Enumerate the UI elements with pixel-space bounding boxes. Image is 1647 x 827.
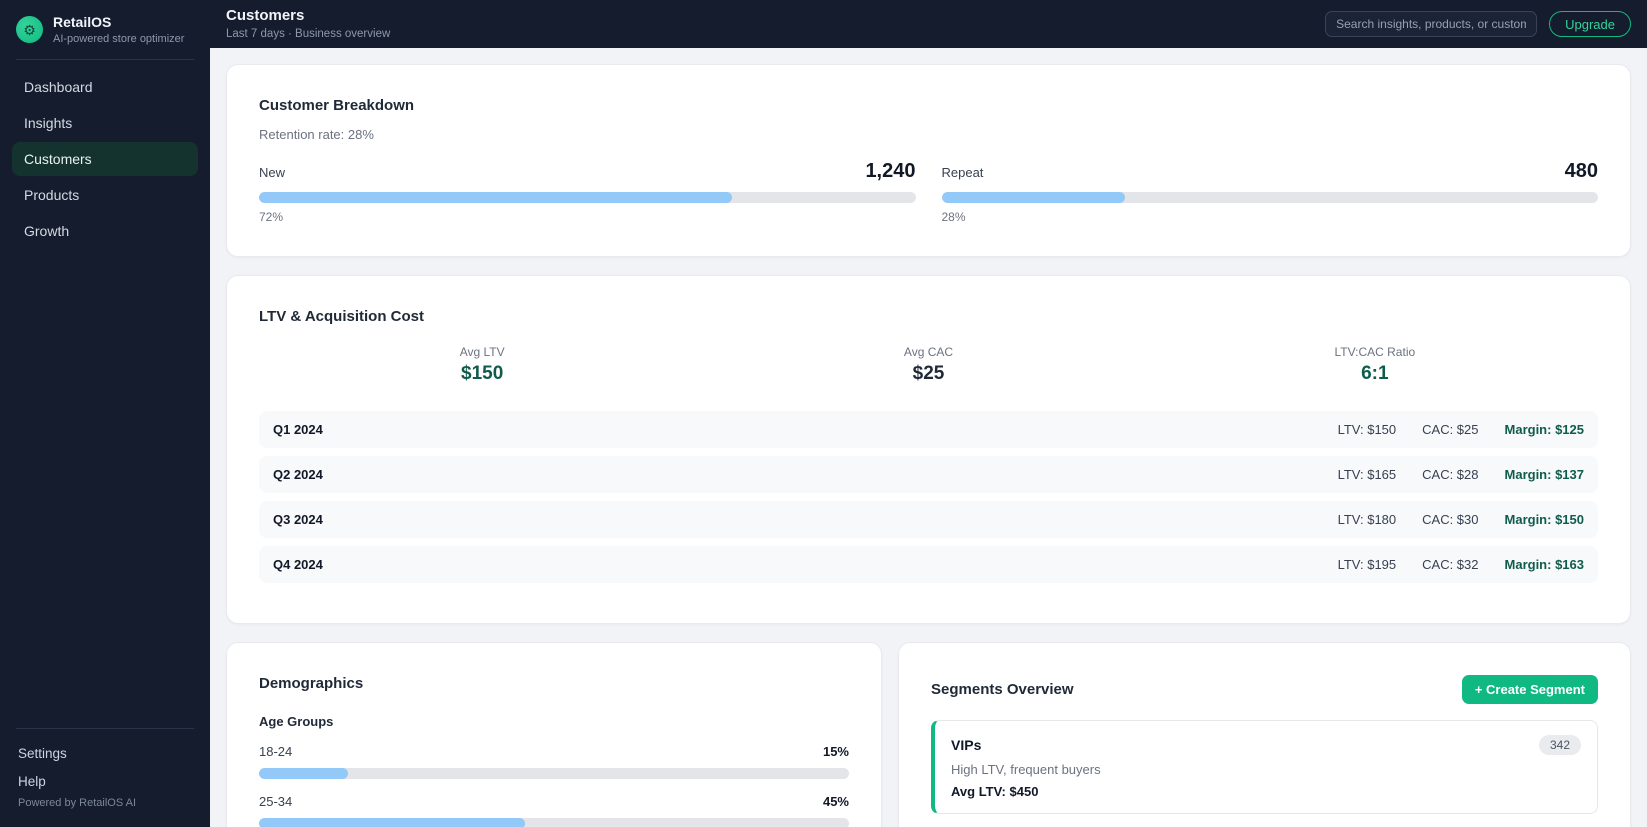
new-customers-bar-fill	[259, 192, 732, 203]
quarter-margin: Margin: $163	[1504, 557, 1584, 572]
brand-name: RetailOS	[53, 14, 112, 30]
create-segment-button[interactable]: + Create Segment	[1461, 675, 1598, 704]
quarter-label: Q2 2024	[273, 467, 323, 482]
quarter-label: Q4 2024	[273, 557, 323, 572]
avg-cac-value: $25	[912, 363, 945, 384]
main-content: Customer Breakdown Retention rate: 28% N…	[210, 48, 1647, 827]
ltv-cac-ratio-label: LTV:CAC Ratio	[1334, 345, 1416, 359]
sidebar-divider-top	[16, 59, 194, 60]
age-group-percent: 15%	[822, 744, 849, 759]
repeat-customers-bar-fill	[941, 192, 1126, 203]
age-group-label: 18-24	[259, 744, 293, 759]
brand-tagline: AI-powered store optimizer	[53, 33, 185, 45]
quarter-ltv: LTV: $165	[1337, 467, 1397, 482]
segment-name: VIPs	[951, 737, 982, 753]
retention-rate-label: Retention rate: 28%	[259, 127, 374, 142]
quarter-rows: Q1 2024 LTV: $150 CAC: $25 Margin: $125 …	[259, 411, 1598, 583]
quarter-cac: CAC: $32	[1422, 557, 1479, 572]
upgrade-button[interactable]: Upgrade	[1549, 11, 1631, 37]
segment-description: High LTV, frequent buyers	[951, 762, 1101, 777]
search-input[interactable]	[1325, 11, 1538, 37]
table-row: Q3 2024 LTV: $180 CAC: $30 Margin: $150	[259, 501, 1598, 538]
sidebar-nav: Dashboard Insights Customers Products Gr…	[12, 70, 198, 248]
segment-vips[interactable]: VIPs 342 High LTV, frequent buyers Avg L…	[931, 720, 1598, 814]
quarter-margin: Margin: $150	[1504, 512, 1584, 527]
brand: ⚙ RetailOS AI-powered store optimizer	[12, 14, 198, 45]
quarter-ltv: LTV: $180	[1337, 512, 1397, 527]
quarter-margin: Margin: $137	[1504, 467, 1584, 482]
table-row: Q2 2024 LTV: $165 CAC: $28 Margin: $137	[259, 456, 1598, 493]
age-group-bar-track	[259, 768, 849, 779]
segment-detail: Avg LTV: $450	[951, 784, 1039, 799]
avg-ltv-metric: Avg LTV $150	[259, 345, 705, 385]
age-group-bar-fill	[259, 768, 348, 779]
page-subtitle: Last 7 days · Business overview	[226, 27, 391, 40]
age-group-row: 18-24 15%	[259, 744, 849, 779]
new-customers-label: New	[259, 165, 286, 180]
sidebar-item-settings[interactable]: Settings	[12, 739, 198, 767]
ltv-cac-card: LTV & Acquisition Cost Avg LTV $150 Avg …	[226, 275, 1631, 624]
sidebar-item-products[interactable]: Products	[12, 178, 198, 212]
ltv-cac-ratio-value: 6:1	[1361, 363, 1389, 384]
age-group-percent: 45%	[822, 794, 849, 809]
quarter-ltv: LTV: $150	[1337, 422, 1397, 437]
quarter-cac: CAC: $25	[1422, 422, 1479, 437]
page-title: Customers	[226, 7, 305, 25]
age-group-label: 25-34	[259, 794, 293, 809]
table-row: Q1 2024 LTV: $150 CAC: $25 Margin: $125	[259, 411, 1598, 448]
segments-title: Segments Overview	[931, 681, 1074, 698]
age-group-bar-fill	[259, 818, 525, 827]
sidebar-item-insights[interactable]: Insights	[12, 106, 198, 140]
ltv-cac-ratio-metric: LTV:CAC Ratio 6:1	[1152, 345, 1598, 385]
quarter-label: Q3 2024	[273, 512, 323, 527]
demographics-title: Demographics	[259, 675, 364, 692]
repeat-customers-percent: 28%	[941, 210, 966, 224]
customer-breakdown-title: Customer Breakdown	[259, 97, 415, 114]
new-customers-percent: 72%	[259, 210, 284, 224]
table-row: Q4 2024 LTV: $195 CAC: $32 Margin: $163	[259, 546, 1598, 583]
segment-count-badge: 342	[1538, 735, 1581, 755]
repeat-customers-value: 480	[1564, 160, 1598, 182]
avg-ltv-value: $150	[461, 363, 504, 384]
sidebar-divider-bottom	[16, 728, 194, 729]
gear-icon: ⚙	[16, 16, 43, 43]
new-customers-group: New 1,240 72%	[259, 160, 916, 224]
topbar: Customers Last 7 days · Business overvie…	[210, 0, 1647, 48]
quarter-cac: CAC: $28	[1422, 467, 1479, 482]
repeat-customers-label: Repeat	[941, 165, 984, 180]
sidebar-item-customers[interactable]: Customers	[12, 142, 198, 176]
powered-by-label: Powered by RetailOS AI	[18, 797, 137, 809]
avg-cac-label: Avg CAC	[903, 345, 954, 359]
sidebar-footer: Settings Help Powered by RetailOS AI	[12, 714, 198, 809]
repeat-customers-group: Repeat 480 28%	[941, 160, 1598, 224]
avg-ltv-label: Avg LTV	[459, 345, 505, 359]
quarter-label: Q1 2024	[273, 422, 323, 437]
demographics-card: Demographics Age Groups 18-24 15% 25-34 …	[226, 642, 882, 827]
sidebar-item-growth[interactable]: Growth	[12, 214, 198, 248]
new-customers-bar-track	[259, 192, 916, 203]
segments-card: Segments Overview + Create Segment VIPs …	[898, 642, 1631, 827]
sidebar: ⚙ RetailOS AI-powered store optimizer Da…	[0, 0, 210, 827]
age-group-row: 25-34 45%	[259, 794, 849, 827]
sidebar-item-dashboard[interactable]: Dashboard	[12, 70, 198, 104]
repeat-customers-bar-track	[941, 192, 1598, 203]
quarter-margin: Margin: $125	[1504, 422, 1584, 437]
age-groups-label: Age Groups	[259, 714, 334, 729]
new-customers-value: 1,240	[865, 160, 916, 182]
quarter-ltv: LTV: $195	[1337, 557, 1397, 572]
customer-breakdown-card: Customer Breakdown Retention rate: 28% N…	[226, 64, 1631, 257]
ltv-cac-title: LTV & Acquisition Cost	[259, 308, 424, 325]
avg-cac-metric: Avg CAC $25	[705, 345, 1151, 385]
age-group-bar-track	[259, 818, 849, 827]
quarter-cac: CAC: $30	[1422, 512, 1479, 527]
sidebar-item-help[interactable]: Help	[12, 767, 198, 795]
